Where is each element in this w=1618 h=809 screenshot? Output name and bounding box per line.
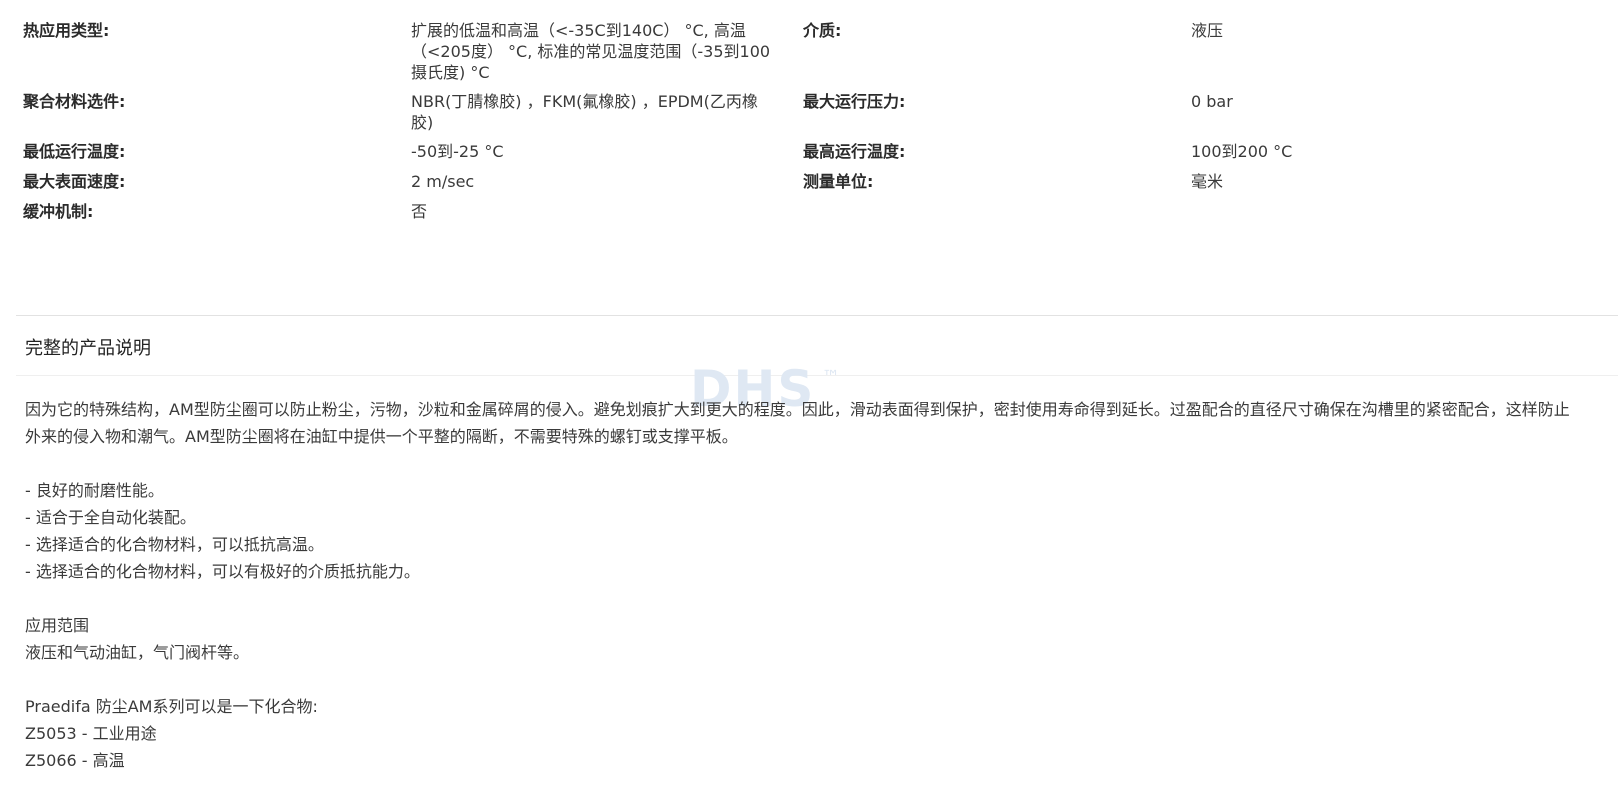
compound-item: Z5066 - 高温 <box>25 751 125 770</box>
compound-item: Z5053 - 工业用途 <box>25 724 157 743</box>
spec-value: 液压 <box>1191 21 1224 40</box>
spec-value: 扩展的低温和高温（<-35C到140C） °C, 高温（<205度） °C, 标… <box>411 21 771 82</box>
spec-label: 最低运行温度: <box>23 142 126 161</box>
spec-label: 聚合材料选件: <box>23 92 126 111</box>
spec-value: 100到200 °C <box>1191 142 1293 161</box>
spec-row: 热应用类型: 扩展的低温和高温（<-35C到140C） °C, 高温（<205度… <box>23 20 1583 91</box>
spec-row: 最大表面速度: 2 m/sec 测量单位: 毫米 <box>23 171 1583 201</box>
spec-row: 缓冲机制: 否 <box>23 201 1583 231</box>
feature-item: - 良好的耐磨性能。 <box>25 481 164 500</box>
watermark-trademark: ™ <box>822 367 840 388</box>
spec-value: -50到-25 °C <box>411 142 504 161</box>
spec-label: 热应用类型: <box>23 21 110 40</box>
spec-label: 最大运行压力: <box>803 92 906 111</box>
spec-label: 最大表面速度: <box>23 172 126 191</box>
compounds-title: Praedifa 防尘AM系列可以是一下化合物: <box>25 697 318 716</box>
feature-item: - 选择适合的化合物材料，可以有极好的介质抵抗能力。 <box>25 562 420 581</box>
spec-value: 0 bar <box>1191 92 1233 111</box>
feature-item: - 适合于全自动化装配。 <box>25 508 196 527</box>
spec-value: 毫米 <box>1191 172 1224 191</box>
application-title: 应用范围 <box>25 616 90 635</box>
product-description: 因为它的特殊结构，AM型防尘圈可以防止粉尘，污物，沙粒和金属碎屑的侵入。避免划痕… <box>25 396 1570 774</box>
spec-row: 最低运行温度: -50到-25 °C 最高运行温度: 100到200 °C <box>23 141 1583 171</box>
spec-row: 聚合材料选件: NBR(丁腈橡胶) ，FKM(氟橡胶) ，EPDM(乙丙橡胶) … <box>23 91 1583 141</box>
spec-value: 否 <box>411 202 428 221</box>
spec-value: NBR(丁腈橡胶) ，FKM(氟橡胶) ，EPDM(乙丙橡胶) <box>411 92 758 132</box>
spec-label: 介质: <box>803 21 842 40</box>
spec-label: 测量单位: <box>803 172 874 191</box>
section-divider <box>16 315 1618 316</box>
application-text: 液压和气动油缸，气门阀杆等。 <box>25 643 250 662</box>
spec-table: 热应用类型: 扩展的低温和高温（<-35C到140C） °C, 高温（<205度… <box>23 20 1583 231</box>
title-divider <box>16 375 1618 376</box>
description-intro: 因为它的特殊结构，AM型防尘圈可以防止粉尘，污物，沙粒和金属碎屑的侵入。避免划痕… <box>25 400 1570 446</box>
spec-value: 2 m/sec <box>411 172 475 191</box>
feature-item: - 选择适合的化合物材料，可以抵抗高温。 <box>25 535 324 554</box>
spec-label: 最高运行温度: <box>803 142 906 161</box>
spec-label: 缓冲机制: <box>23 202 94 221</box>
section-title: 完整的产品说明 <box>25 338 151 359</box>
